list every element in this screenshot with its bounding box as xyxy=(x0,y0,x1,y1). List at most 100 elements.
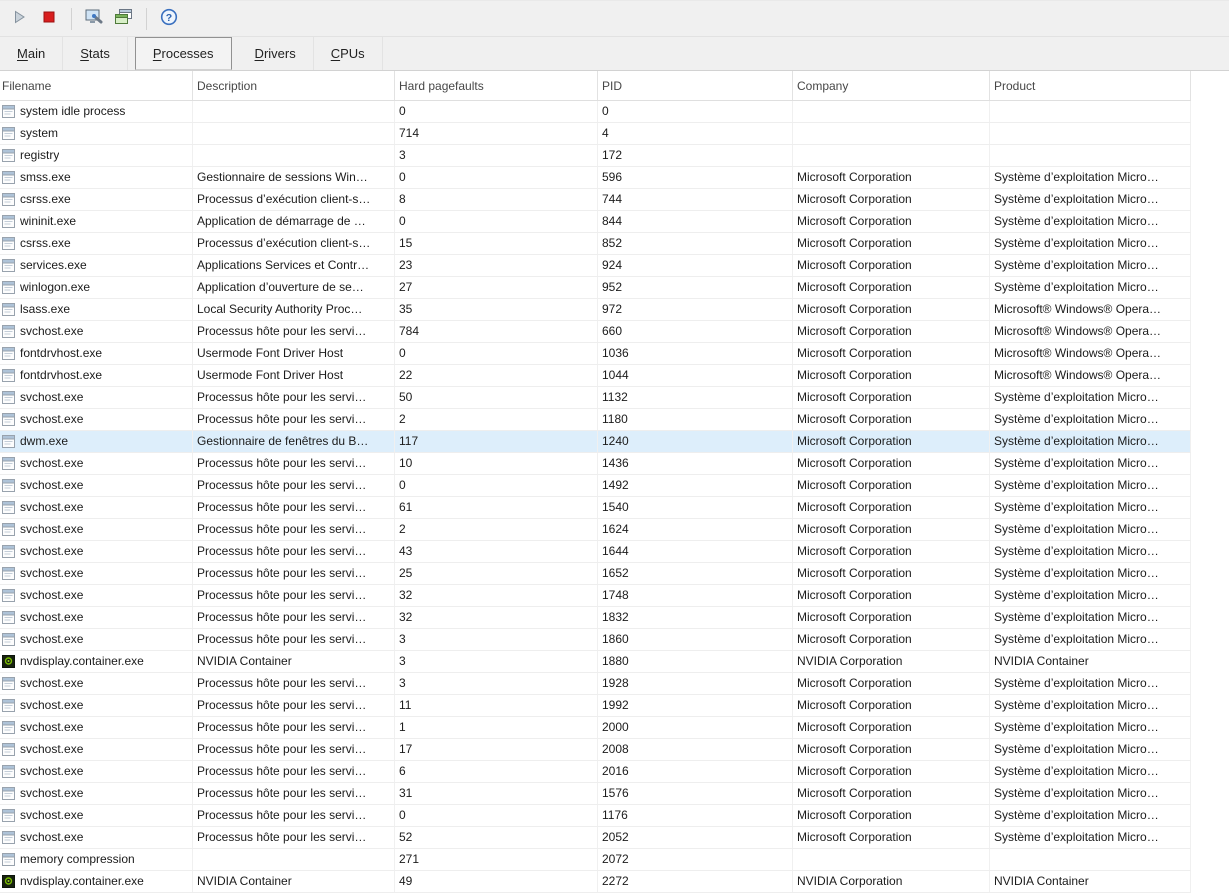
table-row[interactable]: svchost.exe Processus hôte pour les servi… xyxy=(0,453,1191,475)
table-row[interactable]: csrss.exe Processus d’exécution client-s…… xyxy=(0,233,1191,255)
cell-pid: 1176 xyxy=(598,805,793,826)
table-row[interactable]: svchost.exe Processus hôte pour les servi… xyxy=(0,519,1191,541)
cell-description: Gestionnaire de sessions Win… xyxy=(193,167,395,188)
tab-cpus[interactable]: C PUs xyxy=(314,37,383,70)
help-button[interactable]: ? xyxy=(155,5,183,33)
filename-text: csrss.exe xyxy=(20,236,71,250)
cell-pid: 1644 xyxy=(598,541,793,562)
cell-company: Microsoft Corporation xyxy=(793,189,990,210)
cell-pid: 2052 xyxy=(598,827,793,848)
table-row[interactable]: svchost.exe Processus hôte pour les servi… xyxy=(0,695,1191,717)
table-row[interactable]: csrss.exe Processus d’exécution client-s…… xyxy=(0,189,1191,211)
cell-pid: 1044 xyxy=(598,365,793,386)
cell-description xyxy=(193,849,395,870)
cell-hard_pagefaults: 50 xyxy=(395,387,598,408)
cell-company: Microsoft Corporation xyxy=(793,563,990,584)
cell-pid: 1624 xyxy=(598,519,793,540)
table-row[interactable]: registry 3 172 xyxy=(0,145,1191,167)
tab-stats[interactable]: Stats xyxy=(63,37,128,70)
cell-filename: fontdrvhost.exe xyxy=(0,365,193,386)
table-row[interactable]: svchost.exe Processus hôte pour les servi… xyxy=(0,321,1191,343)
cell-description: Processus hôte pour les servi… xyxy=(193,321,395,342)
stop-button[interactable] xyxy=(35,5,63,33)
cell-company: Microsoft Corporation xyxy=(793,541,990,562)
process-icon xyxy=(2,325,15,338)
cell-product xyxy=(990,101,1191,122)
table-row[interactable]: svchost.exe Processus hôte pour les servi… xyxy=(0,585,1191,607)
table-row[interactable]: svchost.exe Processus hôte pour les servi… xyxy=(0,387,1191,409)
table-row[interactable]: wininit.exe Application de démarrage de …… xyxy=(0,211,1191,233)
table-row[interactable]: svchost.exe Processus hôte pour les servi… xyxy=(0,475,1191,497)
windows-list-button[interactable] xyxy=(110,5,138,33)
process-icon xyxy=(2,677,15,690)
tab-main[interactable]: Main xyxy=(0,37,64,70)
table-row[interactable]: system 714 4 xyxy=(0,123,1191,145)
column-header-company[interactable]: Company xyxy=(793,71,990,100)
column-header-pid[interactable]: PID xyxy=(598,71,793,100)
table-row[interactable]: nvdisplay.container.exe NVIDIA Container 4… xyxy=(0,871,1191,893)
cell-filename: svchost.exe xyxy=(0,739,193,760)
process-icon xyxy=(2,721,15,734)
table-row[interactable]: svchost.exe Processus hôte pour les servi… xyxy=(0,739,1191,761)
cell-product: Système d’exploitation Micro… xyxy=(990,409,1191,430)
start-button[interactable] xyxy=(5,5,33,33)
filename-text: wininit.exe xyxy=(20,214,77,228)
tab-drivers[interactable]: Drivers xyxy=(238,37,314,70)
cell-company: Microsoft Corporation xyxy=(793,585,990,606)
process-icon xyxy=(2,523,15,536)
svg-text:?: ? xyxy=(166,12,172,24)
table-row[interactable]: system idle process 0 0 xyxy=(0,101,1191,123)
cell-product xyxy=(990,849,1191,870)
table-row[interactable]: svchost.exe Processus hôte pour les servi… xyxy=(0,717,1191,739)
filename-text: svchost.exe xyxy=(20,456,84,470)
system-tools-button[interactable] xyxy=(80,5,108,33)
table-row[interactable]: svchost.exe Processus hôte pour les servi… xyxy=(0,409,1191,431)
table-row[interactable]: lsass.exe Local Security Authority Proc… 3… xyxy=(0,299,1191,321)
table-row[interactable]: svchost.exe Processus hôte pour les servi… xyxy=(0,673,1191,695)
column-header-hard_pagefaults[interactable]: Hard pagefaults xyxy=(395,71,598,100)
column-header-product[interactable]: Product xyxy=(990,71,1191,100)
table-row[interactable]: svchost.exe Processus hôte pour les servi… xyxy=(0,761,1191,783)
table-row[interactable]: svchost.exe Processus hôte pour les servi… xyxy=(0,541,1191,563)
table-row[interactable]: svchost.exe Processus hôte pour les servi… xyxy=(0,607,1191,629)
cell-company: Microsoft Corporation xyxy=(793,431,990,452)
cell-description: Processus hôte pour les servi… xyxy=(193,519,395,540)
cell-description xyxy=(193,123,395,144)
filename-text: svchost.exe xyxy=(20,720,84,734)
table-row[interactable]: smss.exe Gestionnaire de sessions Win… 0 59… xyxy=(0,167,1191,189)
filename-text: svchost.exe xyxy=(20,588,84,602)
process-icon xyxy=(2,193,15,206)
table-row[interactable]: svchost.exe Processus hôte pour les servi… xyxy=(0,783,1191,805)
filename-text: lsass.exe xyxy=(20,302,71,316)
cell-description: Processus hôte pour les servi… xyxy=(193,695,395,716)
cell-company: Microsoft Corporation xyxy=(793,343,990,364)
table-row[interactable]: services.exe Applications Services et Con… xyxy=(0,255,1191,277)
cell-hard_pagefaults: 32 xyxy=(395,585,598,606)
column-header-description[interactable]: Description xyxy=(193,71,395,100)
table-row[interactable]: winlogon.exe Application d’ouverture de s… xyxy=(0,277,1191,299)
cell-company xyxy=(793,123,990,144)
table-row[interactable]: fontdrvhost.exe Usermode Font Driver Host… xyxy=(0,365,1191,387)
table-row[interactable]: svchost.exe Processus hôte pour les servi… xyxy=(0,563,1191,585)
table-row[interactable]: fontdrvhost.exe Usermode Font Driver Host… xyxy=(0,343,1191,365)
cell-pid: 852 xyxy=(598,233,793,254)
cell-filename: nvdisplay.container.exe xyxy=(0,871,193,892)
process-icon xyxy=(2,237,15,250)
process-icon xyxy=(2,303,15,316)
table-row[interactable]: memory compression 271 2072 xyxy=(0,849,1191,871)
cell-hard_pagefaults: 11 xyxy=(395,695,598,716)
tab-processes[interactable]: Processes xyxy=(134,37,232,70)
cell-product: Système d’exploitation Micro… xyxy=(990,255,1191,276)
cell-pid: 1860 xyxy=(598,629,793,650)
column-header-filename[interactable]: Filename xyxy=(0,71,193,100)
table-row[interactable]: nvdisplay.container.exe NVIDIA Container 3… xyxy=(0,651,1191,673)
table-row[interactable]: svchost.exe Processus hôte pour les servi… xyxy=(0,805,1191,827)
toolbar-separator xyxy=(146,7,147,30)
table-row[interactable]: svchost.exe Processus hôte pour les servi… xyxy=(0,497,1191,519)
cell-filename: memory compression xyxy=(0,849,193,870)
table-row[interactable]: svchost.exe Processus hôte pour les servi… xyxy=(0,827,1191,849)
filename-text: nvdisplay.container.exe xyxy=(20,874,144,888)
table-row[interactable]: dwm.exe Gestionnaire de fenêtres du B… 117… xyxy=(0,431,1191,453)
table-row[interactable]: svchost.exe Processus hôte pour les servi… xyxy=(0,629,1191,651)
cell-hard_pagefaults: 35 xyxy=(395,299,598,320)
